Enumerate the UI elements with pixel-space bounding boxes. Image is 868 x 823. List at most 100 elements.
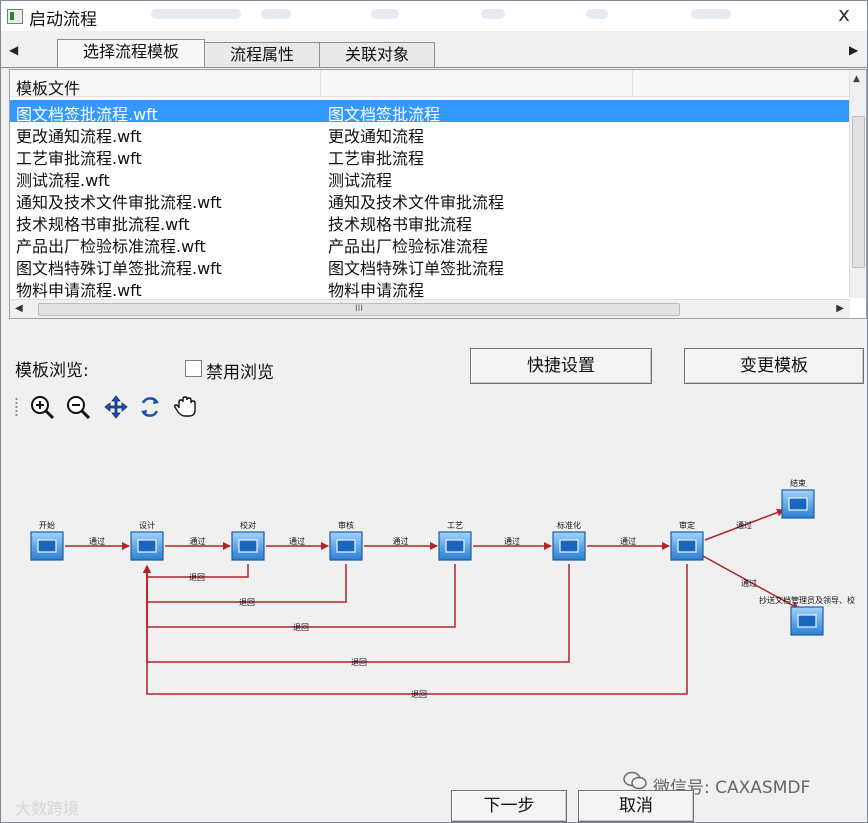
pass-label: 通过 [393, 536, 409, 546]
blurred-text [151, 9, 241, 19]
tab-workflow-properties[interactable]: 流程属性 [204, 42, 320, 67]
return-label: 退回 [351, 658, 367, 667]
quick-setup-button[interactable]: 快捷设置 [470, 348, 652, 384]
close-button[interactable]: x [833, 3, 855, 25]
blurred-text [691, 9, 731, 19]
scroll-thumb[interactable]: III [38, 303, 680, 316]
node-icon [788, 497, 808, 511]
tab-scroll-right-icon[interactable]: ▶ [849, 43, 858, 57]
node-label: 结束 [790, 478, 806, 488]
workflow-node [130, 531, 164, 561]
tab-label: 流程属性 [229, 45, 294, 64]
node-label: 标准化 [557, 520, 581, 530]
list-item[interactable]: 测试流程.wft 测试流程 [10, 166, 850, 190]
node-label: 抄送文档管理员及领导、校 [759, 595, 855, 605]
list-item[interactable]: 工艺审批流程.wft 工艺审批流程 [10, 144, 850, 168]
column-header-template-file[interactable]: 模板文件 [16, 75, 80, 99]
node-label: 工艺 [447, 521, 463, 530]
node-icon [445, 539, 465, 553]
list-rows: 图文档签批流程.wft 图文档签批流程 更改通知流程.wft 更改通知流程 工艺审批流程… [10, 100, 850, 300]
wechat-icon [623, 771, 647, 790]
tab-label: 关联对象 [344, 45, 409, 64]
scroll-left-icon[interactable]: ◀ [15, 303, 23, 314]
node-icon [37, 539, 57, 553]
toolbar-grip [15, 397, 18, 417]
return-label: 退回 [411, 690, 427, 699]
tab-scroll-left-icon[interactable]: ◀ [9, 43, 18, 57]
refresh-icon[interactable] [137, 394, 163, 420]
pass-label: 通过 [620, 536, 636, 546]
pan-hand-icon[interactable] [173, 394, 199, 420]
change-template-button[interactable]: 变更模板 [684, 348, 864, 384]
end-node [790, 606, 824, 636]
tab-divider [1, 67, 867, 68]
node-icon [137, 539, 157, 553]
end-node [781, 489, 815, 519]
pass-label: 通过 [741, 578, 757, 588]
scroll-up-icon[interactable]: ▲ [853, 74, 860, 84]
blurred-text [481, 9, 505, 19]
cancel-button[interactable]: 取消 [578, 790, 694, 822]
list-item[interactable]: 技术规格书审批流程.wft 技术规格书审批流程 [10, 210, 850, 234]
pass-label: 通过 [190, 536, 206, 546]
pass-label: 通过 [736, 520, 752, 530]
return-arrow [143, 564, 347, 603]
preview-toolbar [15, 394, 215, 420]
vertical-scrollbar[interactable]: ▲ [849, 70, 866, 298]
return-arrow [143, 564, 570, 663]
node-icon [677, 539, 697, 553]
pass-label: 通过 [504, 536, 520, 546]
list-header: 模板文件 [10, 70, 850, 99]
node-label: 开始 [39, 520, 55, 530]
start-node [30, 531, 64, 561]
node-icon [336, 539, 356, 553]
column-divider [632, 70, 633, 96]
zoom-out-icon[interactable] [65, 394, 91, 420]
tab-select-template[interactable]: 选择流程模板 [57, 39, 205, 67]
list-item[interactable]: 通知及技术文件审批流程.wft 通知及技术文件审批流程 [10, 188, 850, 212]
column-divider [320, 70, 321, 96]
list-item[interactable]: 图文档特殊订单签批流程.wft 图文档特殊订单签批流程 [10, 254, 850, 278]
node-label: 校对 [240, 520, 256, 530]
window-title: 启动流程 [29, 10, 97, 30]
move-icon[interactable] [103, 394, 129, 420]
preview-label: 模板浏览: [15, 361, 89, 381]
workflow-node [438, 531, 472, 561]
zoom-in-icon[interactable] [29, 394, 55, 420]
template-file-cell: 物料申请流程.wft [16, 281, 142, 300]
disable-preview-label[interactable]: 禁用浏览 [206, 358, 274, 383]
tab-related-objects[interactable]: 关联对象 [319, 42, 435, 67]
blurred-text [586, 9, 608, 19]
template-list[interactable]: 模板文件 图文档签批流程.wft 图文档签批流程 更改通知流程.wft 更改通知流程工… [9, 69, 867, 319]
scroll-thumb[interactable] [852, 116, 865, 268]
list-item[interactable]: 图文档签批流程.wft 图文档签批流程 [10, 100, 850, 124]
list-item[interactable]: 更改通知流程.wft 更改通知流程 [10, 122, 850, 146]
blurred-text [371, 9, 399, 19]
node-icon [238, 539, 258, 553]
blurred-text [261, 9, 291, 19]
template-name-cell: 物料申请流程 [328, 281, 425, 300]
workflow-node [329, 531, 363, 561]
flow-preview-canvas[interactable]: 通过 通过 通过 通过 通过 通过 通过 通过 退回 退回 退回 退回 退回 开始 设计 校对 审核 工艺 标准化审… [9, 429, 865, 781]
list-item[interactable]: 物料申请流程.wft 物料申请流程 [10, 276, 850, 300]
next-button[interactable]: 下一步 [451, 790, 567, 822]
node-icon [797, 614, 817, 628]
workflow-node [670, 531, 704, 561]
app-icon [7, 9, 23, 24]
workflow-diagram: 通过 通过 通过 通过 通过 通过通过通过退回退回退回退回退回开始 设计 校对 审核 工艺 标准化审… [30, 478, 855, 699]
scroll-right-icon[interactable]: ▶ [836, 303, 844, 314]
tab-label: 选择流程模板 [82, 42, 179, 61]
workflow-node [552, 531, 586, 561]
node-label: 审核 [338, 520, 354, 530]
return-label: 退回 [239, 598, 255, 607]
list-item[interactable]: 产品出厂检验标准流程.wft 产品出厂检验标准流程 [10, 232, 850, 256]
disable-preview-checkbox[interactable] [185, 360, 202, 377]
node-label: 设计 [139, 520, 155, 530]
node-icon [559, 539, 579, 553]
pass-label: 通过 [89, 536, 105, 546]
watermark-left: 大数跨境 [15, 799, 80, 818]
node-label: 审定 [679, 520, 695, 530]
pass-label: 通过 [289, 536, 305, 546]
horizontal-scrollbar[interactable]: ◀ III ▶ [10, 299, 850, 318]
return-label: 退回 [189, 573, 205, 582]
